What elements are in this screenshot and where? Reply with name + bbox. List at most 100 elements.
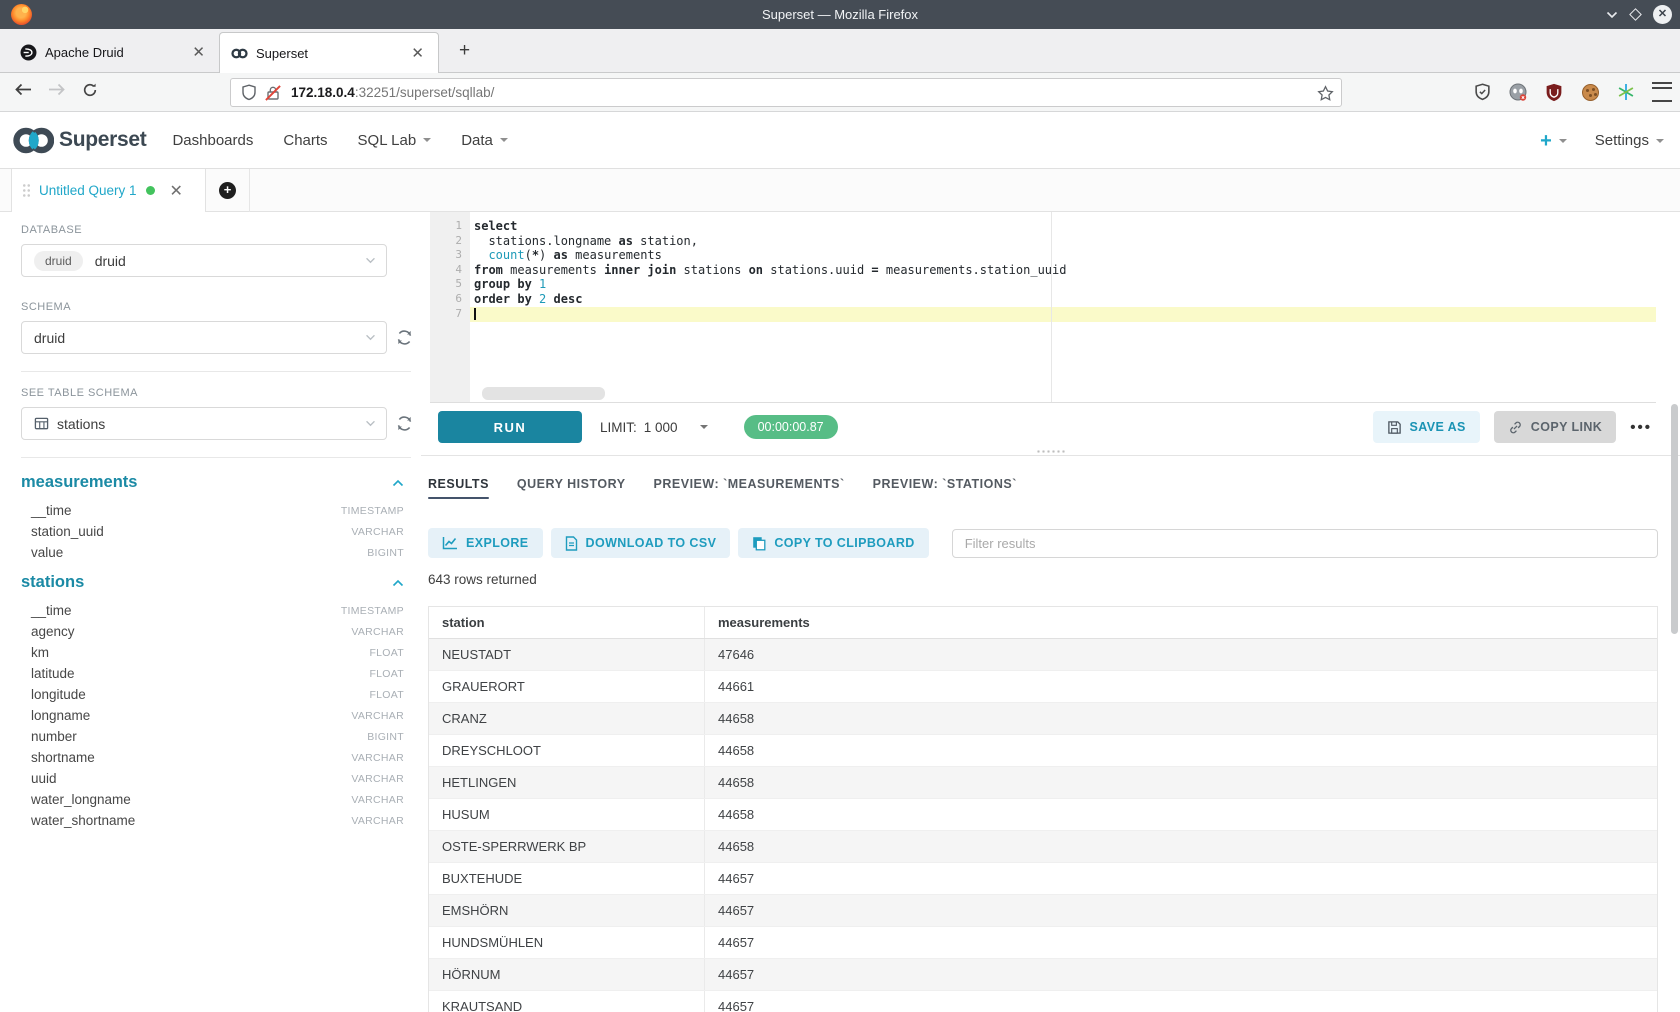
column-name: value xyxy=(31,545,63,560)
query-tab-bar: Untitled Query 1 ✕ + xyxy=(0,169,1680,212)
results-tab-preview-stations[interactable]: PREVIEW: `STATIONS` xyxy=(873,468,1017,499)
table-schema-select[interactable]: stations xyxy=(21,407,387,440)
column-name: longname xyxy=(31,708,90,723)
refresh-schema-icon[interactable] xyxy=(396,329,413,346)
save-as-button[interactable]: SAVE AS xyxy=(1373,411,1480,443)
sql-editor[interactable]: 1234567 select stations.longname as stat… xyxy=(430,212,1656,403)
close-tab-icon[interactable]: ✕ xyxy=(188,43,209,61)
druid-favicon xyxy=(20,44,37,61)
drag-handle-icon[interactable] xyxy=(22,183,31,198)
filter-results-input[interactable] xyxy=(952,529,1658,558)
editor-hscrollbar[interactable] xyxy=(482,387,605,400)
settings-menu[interactable]: Settings xyxy=(1595,132,1664,149)
browser-tab-superset[interactable]: Superset ✕ xyxy=(219,32,439,73)
shield-extension-icon[interactable] xyxy=(1472,82,1492,102)
table-row: KRAUTSAND44657 xyxy=(429,991,1657,1012)
results-tab-results[interactable]: RESULTS xyxy=(428,468,489,499)
forward-button[interactable] xyxy=(48,83,66,101)
reload-button[interactable] xyxy=(82,82,98,103)
copy-link-button[interactable]: COPY LINK xyxy=(1494,411,1616,443)
column-type: TIMESTAMP xyxy=(341,505,404,517)
column-row: longnameVARCHAR xyxy=(21,705,421,726)
new-tab-button[interactable]: + xyxy=(451,37,478,64)
column-header-measurements[interactable]: measurements xyxy=(705,607,1657,638)
sqllab-left-panel: DATABASE druid druid SCHEMA druid SEE TA… xyxy=(0,212,421,1012)
cell-measurements: 44658 xyxy=(705,799,1657,830)
schema-table-header[interactable]: stations xyxy=(21,573,421,592)
pane-resize-handle[interactable] xyxy=(1036,449,1066,454)
bookmark-star-icon[interactable] xyxy=(1317,85,1334,107)
code-line: group by 1 xyxy=(470,277,1656,292)
superset-favicon xyxy=(231,45,248,62)
new-item-button[interactable]: + xyxy=(1540,131,1567,151)
plus-circle-icon: + xyxy=(219,182,236,199)
column-name: __time xyxy=(31,603,72,618)
pane-divider xyxy=(421,455,1680,456)
snowflake-extension-icon[interactable] xyxy=(1616,82,1636,102)
brand-name[interactable]: Superset xyxy=(59,128,146,152)
mask-extension-icon[interactable] xyxy=(1508,82,1528,102)
cookie-extension-icon[interactable] xyxy=(1580,82,1600,102)
copy-to-clipboard-button[interactable]: COPY TO CLIPBOARD xyxy=(738,528,928,558)
cell-station: CRANZ xyxy=(429,703,705,734)
link-icon xyxy=(1508,420,1523,435)
code-line: from measurements inner join stations on… xyxy=(470,263,1656,278)
download-csv-button[interactable]: DOWNLOAD TO CSV xyxy=(551,528,731,558)
cell-measurements: 44657 xyxy=(705,863,1657,894)
ublock-extension-icon[interactable] xyxy=(1544,82,1564,102)
schema-table-header[interactable]: measurements xyxy=(21,473,421,492)
schema-select[interactable]: druid xyxy=(21,321,387,354)
copy-link-label: COPY LINK xyxy=(1531,420,1602,434)
nav-item-sql-lab[interactable]: SQL Lab xyxy=(358,132,432,149)
column-type: VARCHAR xyxy=(351,794,404,806)
explore-label: EXPLORE xyxy=(466,536,529,550)
table-row: CRANZ44658 xyxy=(429,703,1657,735)
explore-button[interactable]: EXPLORE xyxy=(428,528,543,558)
browser-tab-label: Apache Druid xyxy=(45,45,188,60)
limit-caret-icon[interactable] xyxy=(700,425,708,429)
results-tab-preview-measurements[interactable]: PREVIEW: `MEASUREMENTS` xyxy=(654,468,845,499)
limit-control[interactable]: LIMIT: 1 000 xyxy=(600,420,708,435)
window-shade-icon[interactable] xyxy=(1606,11,1618,19)
column-row: agencyVARCHAR xyxy=(21,621,421,642)
browser-tab-apache-druid[interactable]: Apache Druid ✕ xyxy=(9,32,219,72)
insecure-lock-icon[interactable] xyxy=(265,85,281,101)
nav-item-charts[interactable]: Charts xyxy=(283,132,327,149)
run-button[interactable]: RUN xyxy=(438,411,582,443)
nav-item-dashboards[interactable]: Dashboards xyxy=(172,132,253,149)
refresh-table-icon[interactable] xyxy=(396,415,413,432)
new-query-tab-button[interactable]: + xyxy=(206,169,250,212)
chart-icon xyxy=(442,536,458,550)
nav-item-data[interactable]: Data xyxy=(461,132,508,149)
column-name: latitude xyxy=(31,666,75,681)
cell-measurements: 44657 xyxy=(705,895,1657,926)
database-type-pill: druid xyxy=(34,251,83,271)
database-select[interactable]: druid druid xyxy=(21,244,387,277)
back-button[interactable] xyxy=(14,83,32,101)
url-bar[interactable]: 172.18.0.4:32251/superset/sqllab/ xyxy=(230,78,1342,107)
column-header-station[interactable]: station xyxy=(429,607,705,638)
schema-table-name: stations xyxy=(21,573,84,592)
editor-gutter: 1234567 xyxy=(430,212,470,402)
page-scrollbar[interactable] xyxy=(1671,404,1678,634)
url-text[interactable]: 172.18.0.4:32251/superset/sqllab/ xyxy=(291,85,494,100)
sqllab-right-pane: 1234567 select stations.longname as stat… xyxy=(421,212,1680,1012)
window-titlebar[interactable]: Superset — Mozilla Firefox ✕ xyxy=(0,0,1680,29)
close-tab-icon[interactable]: ✕ xyxy=(407,44,428,62)
row-count: 643 rows returned xyxy=(428,572,537,587)
chevron-up-icon[interactable] xyxy=(392,479,404,487)
table-schema-value: stations xyxy=(57,416,105,432)
close-query-tab-icon[interactable]: ✕ xyxy=(170,181,183,201)
chevron-up-icon[interactable] xyxy=(392,579,404,587)
editor-code[interactable]: select stations.longname as station, cou… xyxy=(470,219,1656,321)
close-window-icon[interactable]: ✕ xyxy=(1653,5,1672,24)
menu-icon[interactable] xyxy=(1652,82,1672,102)
cell-station: EMSHÖRN xyxy=(429,895,705,926)
results-tab-query-history[interactable]: QUERY HISTORY xyxy=(517,468,626,499)
superset-navbar: Superset Dashboards Charts SQL Lab Data + S… xyxy=(0,112,1680,169)
tracking-protection-shield-icon[interactable] xyxy=(241,84,257,101)
query-tab[interactable]: Untitled Query 1 ✕ xyxy=(11,169,206,212)
more-options-button[interactable]: ••• xyxy=(1630,419,1652,436)
maximize-icon[interactable] xyxy=(1629,8,1642,21)
schema-label: SCHEMA xyxy=(21,301,421,313)
